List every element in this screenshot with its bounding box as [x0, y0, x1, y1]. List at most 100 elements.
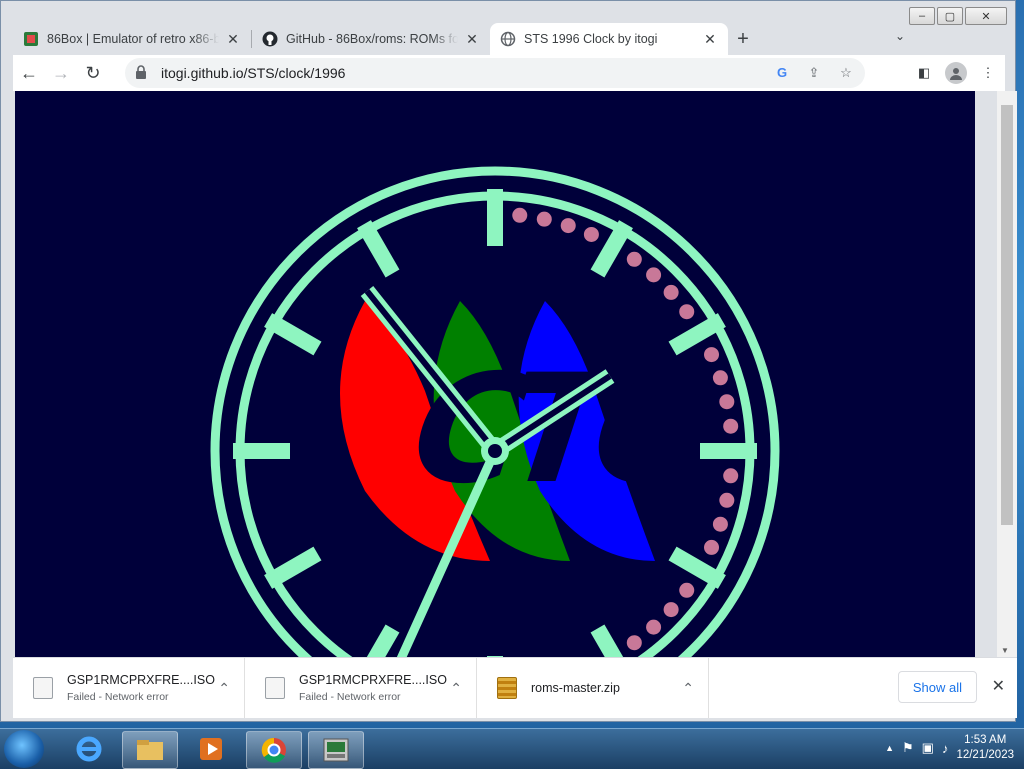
iso-file-icon [33, 677, 53, 699]
ie-icon[interactable] [62, 731, 116, 767]
network-icon[interactable]: ▣ [922, 740, 934, 756]
action-center-icon[interactable]: ⚑ [902, 740, 914, 756]
hour-tick [366, 624, 400, 657]
window-controls: – ▢ ✕ [909, 7, 1007, 25]
86box-icon [23, 31, 39, 47]
toolbar-right: ◧ ⋮ [913, 62, 999, 84]
forward-button[interactable]: → [45, 57, 77, 89]
chevron-up-icon[interactable]: ⌃ [450, 680, 462, 697]
system-clock[interactable]: 1:53 AM 12/21/2023 [956, 733, 1014, 763]
hour-tick [668, 546, 726, 589]
side-panel-icon[interactable]: ◧ [913, 65, 935, 81]
hour-tick [590, 624, 624, 657]
tab-sts-clock[interactable]: STS 1996 Clock by itogi ✕ [490, 23, 728, 55]
second-dot [536, 211, 552, 227]
download-item[interactable]: GSP1RMCPRXFRE....ISO Failed - Network er… [245, 658, 477, 718]
star-icon[interactable]: ☆ [837, 65, 855, 81]
scroll-down-arrow-icon[interactable]: ▼ [1001, 646, 1009, 655]
github-icon [262, 31, 278, 47]
second-dot [663, 284, 679, 300]
second-dot [560, 218, 576, 234]
system-tray: ▲ ⚑ ▣ ♪ 1:53 AM 12/21/2023 [885, 733, 1014, 763]
minimize-button[interactable]: – [909, 7, 935, 25]
tab-title: 86Box | Emulator of retro x86-based [47, 32, 219, 46]
share-icon[interactable]: ⇪ [805, 65, 823, 81]
new-tab-button[interactable]: + [728, 23, 758, 55]
second-dot [583, 226, 599, 242]
chevron-up-icon[interactable]: ⌃ [218, 680, 230, 697]
iso-file-icon [265, 677, 285, 699]
tab-github[interactable]: GitHub - 86Box/roms: ROMs for the ✕ [252, 23, 490, 55]
scroll-thumb[interactable] [1001, 105, 1013, 525]
second-dot [646, 619, 662, 635]
lock-icon[interactable] [135, 64, 153, 82]
download-status: Failed - Network error [299, 691, 401, 703]
start-button[interactable] [4, 730, 44, 768]
download-item[interactable]: GSP1RMCPRXFRE....ISO Failed - Network er… [13, 658, 245, 718]
hour-tick [357, 220, 400, 278]
omnibox-actions: G ⇪ ☆ [773, 65, 855, 81]
tab-search-icon[interactable]: ⌄ [895, 29, 905, 43]
hour-tick [264, 313, 322, 356]
toolbar: ← → ↻ itogi.github.io/STS/clock/1996 G ⇪… [13, 55, 1005, 91]
second-dot [719, 394, 735, 410]
profile-avatar[interactable] [945, 62, 967, 84]
zip-file-icon [497, 677, 517, 699]
close-tab-icon[interactable]: ✕ [225, 31, 241, 48]
second-dot [663, 602, 679, 618]
hour-tick [264, 546, 322, 589]
browser-window: – ▢ ✕ 86Box | Emulator of retro x86-base… [0, 0, 1017, 722]
chevron-up-icon[interactable]: ⌃ [682, 680, 694, 697]
tab-title: GitHub - 86Box/roms: ROMs for the [286, 32, 458, 46]
clock-date: 12/21/2023 [956, 749, 1014, 761]
tab-86box[interactable]: 86Box | Emulator of retro x86-based ✕ [13, 23, 251, 55]
second-dot [626, 251, 642, 267]
second-dot [704, 347, 720, 363]
download-filename: GSP1RMCPRXFRE....ISO [67, 673, 215, 687]
page-content: C T C [15, 91, 975, 657]
second-dot [712, 370, 728, 386]
download-filename: roms-master.zip [531, 681, 620, 695]
second-dot [719, 492, 735, 508]
second-dot [646, 267, 662, 283]
media-player-icon[interactable] [184, 731, 238, 767]
hour-tick [590, 220, 633, 278]
second-dot [704, 539, 720, 555]
close-window-button[interactable]: ✕ [965, 7, 1007, 25]
back-button[interactable]: ← [13, 57, 45, 89]
url-text[interactable]: itogi.github.io/STS/clock/1996 [161, 65, 345, 81]
second-dot [723, 418, 739, 434]
reload-button[interactable]: ↻ [77, 57, 109, 89]
close-shelf-icon[interactable]: ✕ [992, 676, 1005, 696]
taskbar: ▲ ⚑ ▣ ♪ 1:53 AM 12/21/2023 [0, 728, 1024, 769]
second-dot [723, 468, 739, 484]
download-status: Failed - Network error [67, 691, 169, 703]
menu-icon[interactable]: ⋮ [977, 65, 999, 81]
center-hole [488, 444, 502, 458]
google-icon[interactable]: G [773, 65, 791, 81]
chrome-icon[interactable] [246, 731, 302, 769]
tray-expand-icon[interactable]: ▲ [885, 743, 894, 753]
close-tab-icon[interactable]: ✕ [702, 31, 718, 48]
86box-taskbar-icon[interactable] [308, 731, 364, 769]
tab-strip: 86Box | Emulator of retro x86-based ✕ Gi… [13, 21, 758, 55]
download-filename: GSP1RMCPRXFRE....ISO [299, 673, 447, 687]
clock-time: 1:53 AM [964, 734, 1007, 746]
show-all-button[interactable]: Show all [897, 671, 977, 703]
vertical-scrollbar[interactable]: ▼ [997, 91, 1017, 657]
second-dot [679, 582, 695, 598]
downloads-shelf: GSP1RMCPRXFRE....ISO Failed - Network er… [13, 657, 1017, 718]
sts-clock: C T C [210, 166, 780, 657]
second-dot [712, 516, 728, 532]
close-tab-icon[interactable]: ✕ [464, 31, 480, 48]
second-dot [512, 207, 528, 223]
second-dot [626, 635, 642, 651]
address-bar[interactable]: itogi.github.io/STS/clock/1996 G ⇪ ☆ [125, 58, 865, 88]
volume-icon[interactable]: ♪ [942, 741, 949, 756]
tab-title: STS 1996 Clock by itogi [524, 32, 658, 46]
download-item[interactable]: roms-master.zip ⌃ [477, 658, 709, 718]
maximize-button[interactable]: ▢ [937, 7, 963, 25]
explorer-icon[interactable] [122, 731, 178, 769]
second-dot [679, 304, 695, 320]
globe-icon [500, 31, 516, 47]
